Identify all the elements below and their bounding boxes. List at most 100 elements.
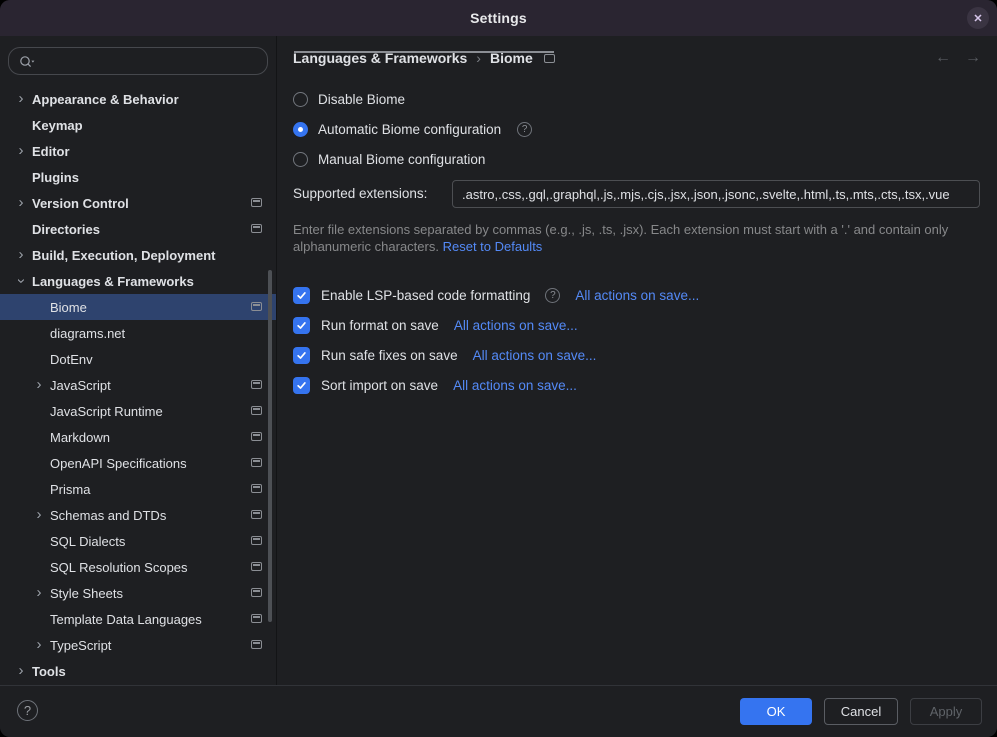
sidebar-item-build-execution-deployment[interactable]: › Build, Execution, Deployment — [0, 242, 276, 268]
project-settings-icon — [251, 224, 262, 233]
sidebar-scrollbar[interactable] — [268, 270, 272, 622]
checkbox-label: Sort import on save — [321, 378, 438, 393]
sidebar-item-label: TypeScript — [50, 638, 111, 653]
project-settings-icon — [251, 406, 262, 415]
chevron-right-icon[interactable]: › — [32, 586, 46, 600]
sidebar-item-openapi-specifications[interactable]: OpenAPI Specifications — [0, 450, 276, 476]
help-icon: ? — [24, 703, 31, 718]
radio-automatic-biome-configuration[interactable]: Automatic Biome configuration? — [293, 114, 532, 144]
project-settings-icon — [251, 198, 262, 207]
checkbox-checked-icon[interactable] — [293, 287, 310, 304]
chevron-right-icon[interactable]: › — [32, 638, 46, 652]
sidebar-item-markdown[interactable]: Markdown — [0, 424, 276, 450]
dialog-title: Settings — [470, 10, 527, 26]
checkbox-label: Run safe fixes on save — [321, 348, 458, 363]
close-icon: ✕ — [973, 12, 982, 25]
sidebar-item-label: Version Control — [32, 196, 129, 211]
project-settings-icon — [251, 588, 262, 597]
sidebar-item-template-data-languages[interactable]: Template Data Languages — [0, 606, 276, 632]
close-button[interactable]: ✕ — [967, 7, 989, 29]
chevron-right-icon[interactable]: › — [32, 508, 46, 522]
history-navigation: ← → — [935, 49, 981, 67]
help-button[interactable]: ? — [17, 700, 38, 721]
sidebar-item-sql-dialects[interactable]: SQL Dialects — [0, 528, 276, 554]
sidebar-item-dotenv[interactable]: DotEnv — [0, 346, 276, 372]
all-actions-on-save-link[interactable]: All actions on save... — [575, 288, 699, 303]
back-icon[interactable]: ← — [935, 49, 951, 67]
sidebar-item-label: diagrams.net — [50, 326, 125, 341]
titlebar: Settings ✕ — [0, 0, 997, 36]
settings-dialog: Settings ✕ ›Appearance & BehaviorKeymap›… — [0, 0, 997, 737]
chevron-right-icon[interactable]: › — [14, 196, 28, 210]
sidebar-item-javascript[interactable]: ›JavaScript — [0, 372, 276, 398]
help-icon[interactable]: ? — [545, 288, 560, 303]
sidebar-item-label: Tools — [32, 664, 66, 679]
chevron-right-icon[interactable]: › — [32, 378, 46, 392]
sidebar-item-version-control[interactable]: › Version Control — [0, 190, 276, 216]
sidebar-item-label: Appearance & Behavior — [32, 92, 179, 107]
sidebar-item-label: JavaScript Runtime — [50, 404, 163, 419]
sidebar-item-style-sheets[interactable]: ›Style Sheets — [0, 580, 276, 606]
sidebar-item-label: Biome — [50, 300, 87, 315]
sidebar-item-label: SQL Dialects — [50, 534, 125, 549]
chevron-right-icon[interactable]: › — [14, 248, 28, 262]
checkbox-list: Enable LSP-based code formatting? All act… — [293, 280, 699, 400]
all-actions-on-save-link[interactable]: All actions on save... — [454, 318, 578, 333]
sidebar-item-label: Build, Execution, Deployment — [32, 248, 215, 263]
sidebar-item-label: Languages & Frameworks — [32, 274, 194, 289]
project-settings-icon — [251, 380, 262, 389]
sidebar-item-keymap[interactable]: Keymap — [0, 112, 276, 138]
sidebar-item-label: Markdown — [50, 430, 110, 445]
sidebar-item-schemas-and-dtds[interactable]: ›Schemas and DTDs — [0, 502, 276, 528]
sidebar-item-diagrams-net[interactable]: diagrams.net — [0, 320, 276, 346]
radio-manual-biome-configuration[interactable]: Manual Biome configuration — [293, 144, 532, 174]
sidebar-item-label: OpenAPI Specifications — [50, 456, 187, 471]
chevron-right-icon[interactable]: › — [14, 664, 28, 678]
checkbox-label: Run format on save — [321, 318, 439, 333]
sidebar-item-languages-frameworks[interactable]: › Languages & Frameworks — [0, 268, 276, 294]
forward-icon[interactable]: → — [965, 49, 981, 67]
sidebar-item-label: Editor — [32, 144, 70, 159]
radio-unselected-icon[interactable] — [293, 92, 308, 107]
supported-extensions-input[interactable] — [452, 180, 980, 208]
project-settings-icon — [251, 562, 262, 571]
checkbox-label: Enable LSP-based code formatting — [321, 288, 530, 303]
radio-disable-biome[interactable]: Disable Biome — [293, 84, 532, 114]
help-icon[interactable]: ? — [517, 122, 532, 137]
search-box[interactable] — [8, 47, 268, 75]
search-input[interactable] — [41, 53, 258, 70]
chevron-down-icon[interactable]: › — [14, 274, 28, 288]
checkbox-row-enable-lsp-based-code-formatting: Enable LSP-based code formatting? All act… — [293, 280, 699, 310]
project-settings-icon — [251, 458, 262, 467]
sidebar-item-sql-resolution-scopes[interactable]: SQL Resolution Scopes — [0, 554, 276, 580]
all-actions-on-save-link[interactable]: All actions on save... — [473, 348, 597, 363]
checkbox-row-run-safe-fixes-on-save: Run safe fixes on save All actions on sav… — [293, 340, 699, 370]
chevron-right-icon[interactable]: › — [14, 144, 28, 158]
chevron-right-icon[interactable]: › — [14, 92, 28, 106]
sidebar-item-directories[interactable]: Directories — [0, 216, 276, 242]
checkbox-checked-icon[interactable] — [293, 317, 310, 334]
sidebar-item-typescript[interactable]: › TypeScript — [0, 632, 276, 658]
sidebar-item-editor[interactable]: › Editor — [0, 138, 276, 164]
breadcrumb: Languages & Frameworks › Biome — [293, 50, 555, 66]
cancel-button[interactable]: Cancel — [824, 698, 898, 725]
radio-selected-icon[interactable] — [293, 122, 308, 137]
sidebar-item-label: DotEnv — [50, 352, 93, 367]
checkbox-checked-icon[interactable] — [293, 377, 310, 394]
sidebar-item-label: Prisma — [50, 482, 90, 497]
sidebar-item-appearance-behavior[interactable]: › Appearance & Behavior — [0, 86, 276, 112]
project-settings-icon — [251, 640, 262, 649]
reset-to-defaults-link[interactable]: Reset to Defaults — [443, 239, 543, 254]
sidebar-item-prisma[interactable]: Prisma — [0, 476, 276, 502]
checkbox-checked-icon[interactable] — [293, 347, 310, 364]
extensions-hint: Enter file extensions separated by comma… — [293, 221, 993, 255]
sidebar-item-tools[interactable]: › Tools — [0, 658, 276, 684]
project-settings-icon — [544, 54, 555, 63]
sidebar-item-javascript-runtime[interactable]: JavaScript Runtime — [0, 398, 276, 424]
sidebar-item-plugins[interactable]: Plugins — [0, 164, 276, 190]
checkbox-row-run-format-on-save: Run format on save All actions on save... — [293, 310, 699, 340]
ok-button[interactable]: OK — [740, 698, 812, 725]
sidebar-item-biome[interactable]: Biome — [0, 294, 276, 320]
radio-unselected-icon[interactable] — [293, 152, 308, 167]
all-actions-on-save-link[interactable]: All actions on save... — [453, 378, 577, 393]
